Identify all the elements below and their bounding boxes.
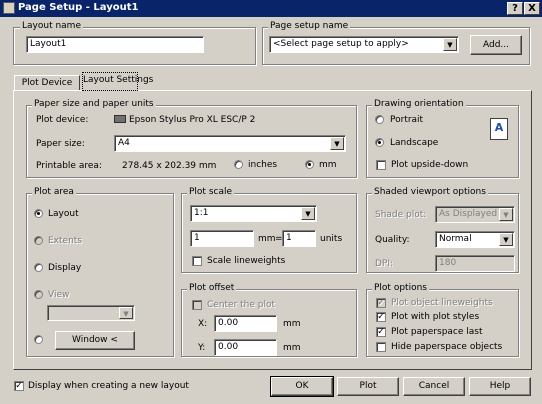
mm-radio[interactable] — [305, 160, 314, 169]
chevron-down-icon[interactable]: ▼ — [119, 307, 133, 319]
hide-paperspace-checkbox[interactable] — [376, 342, 386, 352]
shade-plot-value: As Displayed — [439, 209, 498, 219]
view-radio[interactable] — [34, 290, 43, 299]
shaded-viewport-label: Shaded viewport options — [372, 187, 488, 197]
offset-y-label: Y: — [198, 343, 206, 353]
hide-paperspace-label: Hide paperspace objects — [391, 342, 503, 352]
plot-scale-label: Plot scale — [187, 187, 235, 197]
page-setup-value: <Select page setup to apply> — [273, 39, 409, 49]
chevron-down-icon[interactable]: ▼ — [499, 233, 513, 246]
plot-device-value: Epson Stylus Pro XL ESC/P 2 — [129, 115, 256, 125]
chevron-down-icon[interactable]: ▼ — [499, 208, 513, 221]
plot-lineweights-checkbox[interactable]: ✓ — [376, 298, 386, 308]
mm-label: mm — [319, 160, 337, 170]
plot-styles-label: Plot with plot styles — [391, 312, 480, 322]
page-setup-name-label: Page setup name — [268, 21, 351, 31]
view-select[interactable]: ▼ — [47, 305, 135, 321]
display-radio[interactable] — [34, 263, 43, 272]
extents-radio-label: Extents — [48, 236, 83, 246]
upside-down-label: Plot upside-down — [391, 160, 469, 170]
plot-options-label: Plot options — [372, 283, 429, 293]
paperspace-last-label: Plot paperspace last — [391, 327, 483, 337]
tab-layout-settings[interactable]: Layout Settings — [82, 72, 153, 91]
display-radio-label: Display — [48, 263, 82, 273]
paperspace-last-checkbox[interactable]: ✓ — [376, 327, 386, 337]
shade-plot-label: Shade plot: — [375, 210, 427, 220]
landscape-label: Landscape — [390, 138, 439, 148]
plot-button[interactable]: Plot — [337, 377, 399, 396]
plot-styles-checkbox[interactable]: ✓ — [376, 312, 386, 322]
display-new-layout-label: Display when creating a new layout — [28, 381, 189, 391]
cancel-button[interactable]: Cancel — [403, 377, 465, 396]
offset-y-input[interactable]: 0.00 — [214, 339, 277, 356]
paper-size-label: Paper size and paper units — [32, 99, 156, 109]
help-button[interactable]: Help — [469, 377, 531, 396]
app-icon — [3, 2, 15, 14]
paper-size-value: A4 — [118, 138, 130, 148]
chevron-down-icon[interactable]: ▼ — [443, 38, 457, 51]
quality-select[interactable]: Normal ▼ — [435, 231, 515, 248]
center-plot-label: Center the plot — [207, 300, 276, 310]
plot-offset-label: Plot offset — [187, 283, 237, 293]
plot-area-label: Plot area — [32, 187, 76, 197]
offset-y-unit: mm — [283, 343, 301, 353]
window-button[interactable]: Window < — [55, 331, 135, 350]
chevron-down-icon[interactable]: ▼ — [301, 207, 315, 220]
printable-area-value: 278.45 x 202.39 mm — [122, 161, 217, 171]
window-radio[interactable] — [34, 335, 43, 344]
layout-radio[interactable] — [34, 209, 43, 218]
dpi-label: DPI: — [375, 259, 394, 269]
scale-lineweights-label: Scale lineweights — [207, 256, 286, 266]
landscape-radio[interactable] — [375, 138, 384, 147]
close-icon[interactable]: X — [524, 2, 540, 15]
page-setup-select[interactable]: <Select page setup to apply> ▼ — [269, 36, 459, 53]
paper-size-select[interactable]: A4 ▼ — [114, 135, 346, 152]
shade-plot-select[interactable]: As Displayed ▼ — [435, 206, 515, 223]
scale-units-input[interactable]: 1 — [282, 230, 316, 247]
ok-button[interactable]: OK — [270, 376, 334, 397]
title-bar: Page Setup - Layout1 ? X — [0, 0, 542, 17]
help-icon[interactable]: ? — [507, 2, 523, 15]
scale-lineweights-checkbox[interactable] — [192, 256, 202, 266]
scale-mm-input[interactable]: 1 — [190, 230, 254, 247]
scale-select[interactable]: 1:1 ▼ — [190, 205, 317, 222]
layout-name-input[interactable]: Layout1 — [26, 36, 204, 53]
chevron-down-icon[interactable]: ▼ — [330, 137, 344, 150]
scale-mm-label: mm — [258, 234, 276, 244]
portrait-radio[interactable] — [375, 115, 384, 124]
quality-label: Quality: — [375, 235, 410, 245]
landscape-preview-icon: A — [490, 118, 508, 140]
paper-size-field-label: Paper size: — [36, 139, 85, 149]
scale-value: 1:1 — [194, 208, 209, 218]
portrait-label: Portrait — [390, 115, 424, 125]
layout-radio-label: Layout — [48, 209, 79, 219]
add-button[interactable]: Add... — [470, 35, 522, 55]
center-plot-checkbox[interactable] — [192, 300, 202, 310]
plot-device-label: Plot device: — [36, 115, 89, 125]
printable-area-label: Printable area: — [36, 161, 102, 171]
offset-x-label: X: — [198, 319, 208, 329]
inches-radio[interactable] — [234, 160, 243, 169]
window-title: Page Setup - Layout1 — [18, 2, 139, 13]
layout-name-label: Layout name — [20, 21, 83, 31]
display-new-layout-checkbox[interactable]: ✓ — [14, 381, 24, 391]
offset-x-input[interactable]: 0.00 — [214, 315, 277, 332]
scale-units-label: units — [320, 234, 343, 244]
upside-down-checkbox[interactable] — [376, 160, 386, 170]
printer-icon — [114, 115, 126, 123]
tab-plot-device[interactable]: Plot Device — [14, 75, 80, 91]
extents-radio[interactable] — [34, 236, 43, 245]
quality-value: Normal — [439, 234, 472, 244]
offset-x-unit: mm — [283, 319, 301, 329]
inches-label: inches — [248, 160, 278, 170]
plot-lineweights-label: Plot object lineweights — [391, 298, 493, 308]
orientation-label: Drawing orientation — [372, 99, 466, 109]
dpi-input[interactable]: 180 — [435, 255, 515, 272]
view-radio-label: View — [48, 290, 70, 300]
